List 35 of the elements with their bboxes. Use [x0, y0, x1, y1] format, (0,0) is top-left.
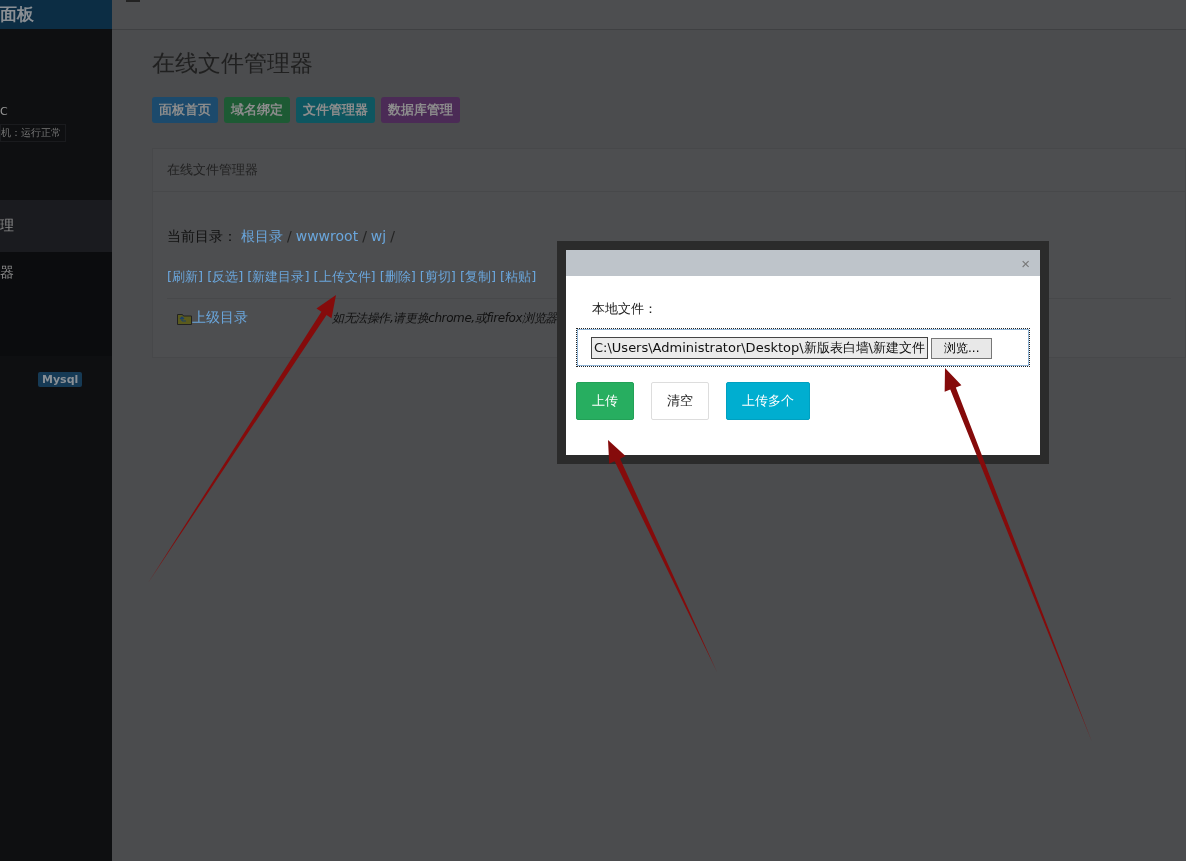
parent-directory-link[interactable]: 上级目录 — [192, 309, 248, 327]
path-label: 当前目录： — [167, 228, 237, 246]
nav-button[interactable]: 数据库管理 — [381, 97, 460, 123]
path-separator: / — [287, 228, 292, 244]
action-link[interactable]: [删除] — [379, 268, 416, 286]
action-link[interactable]: [粘贴] — [500, 268, 537, 286]
action-link[interactable]: [上传文件] — [313, 268, 376, 286]
panel-brand: 面板 — [0, 0, 112, 29]
path-link[interactable]: wj — [370, 228, 387, 244]
folder-up-icon — [177, 311, 192, 325]
user-name: C — [0, 105, 9, 118]
browse-button[interactable]: 浏览... — [931, 337, 993, 359]
menu-icon[interactable] — [126, 0, 140, 4]
mysql-badge: Mysql — [38, 372, 83, 387]
action-link[interactable]: [剪切] — [419, 268, 456, 286]
action-link[interactable]: [反选] — [207, 268, 244, 286]
local-file-label: 本地文件： — [592, 300, 658, 318]
path-separator: / — [390, 228, 395, 244]
dialog-button[interactable]: 上传 — [576, 382, 634, 420]
action-link[interactable]: [新建目录] — [247, 268, 310, 286]
sidebar-item[interactable]: 理 — [0, 200, 112, 252]
nav-button[interactable]: 面板首页 — [152, 97, 218, 123]
nav-button[interactable]: 文件管理器 — [296, 97, 375, 123]
host-status: 机：运行正常 — [0, 124, 66, 142]
nav-button[interactable]: 域名绑定 — [224, 97, 290, 123]
path-link[interactable]: wwwroot — [295, 228, 359, 244]
file-path-field[interactable]: C:\Users\Administrator\Desktop\新版表白墙\新建文件 — [591, 337, 928, 359]
close-button[interactable]: × — [1021, 254, 1030, 272]
file-input[interactable]: C:\Users\Administrator\Desktop\新版表白墙\新建文件 浏览... — [576, 328, 1030, 367]
action-link[interactable]: [复制] — [459, 268, 497, 286]
dialog-button[interactable]: 上传多个 — [726, 382, 810, 420]
path-link[interactable]: 根目录 — [241, 228, 283, 246]
dialog-button[interactable]: 清空 — [651, 382, 709, 420]
action-link[interactable]: [刷新] — [167, 268, 204, 286]
path-separator: / — [362, 228, 367, 244]
